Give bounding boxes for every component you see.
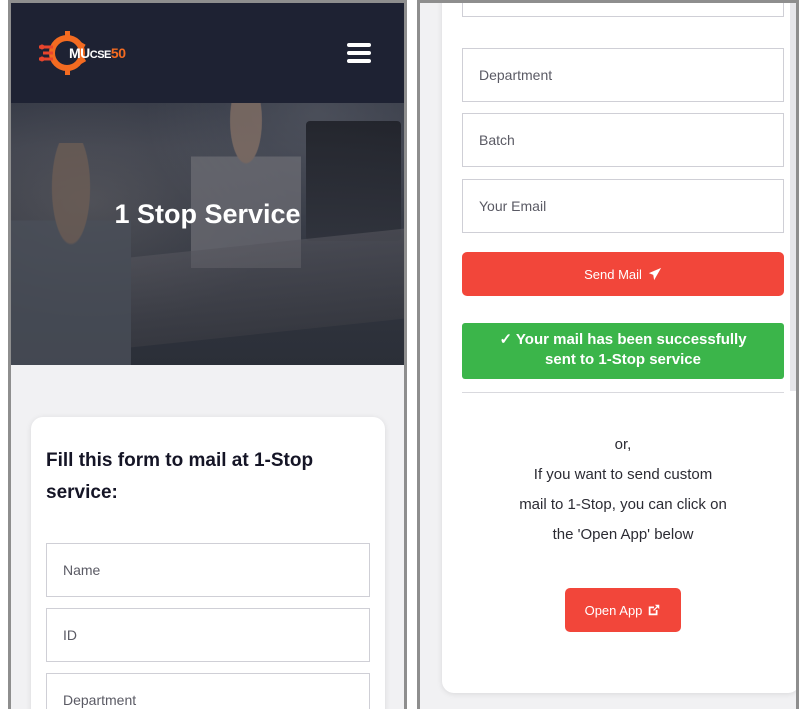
paper-plane-icon	[648, 267, 662, 281]
success-line-2: sent to 1-Stop service	[545, 351, 701, 368]
divider	[462, 392, 784, 393]
hero-photo-person-left	[11, 143, 131, 365]
external-link-icon	[649, 604, 660, 616]
info-line-1: If you want to send custom	[533, 466, 713, 483]
send-mail-button[interactable]: Send Mail	[462, 252, 784, 296]
hero-title: 1 Stop Service	[114, 199, 301, 229]
id-input[interactable]: ID	[46, 608, 370, 662]
left-phone-screen: 1 Stop Service MUCSE50 Fill this form to…	[8, 0, 407, 709]
hero-photo-desk	[131, 228, 404, 348]
name-input[interactable]: Name	[46, 543, 370, 597]
contact-form-card-continued: Department Batch Your Email Send Mail ✓ …	[442, 3, 796, 693]
contact-form-card: Fill this form to mail at 1-Stop service…	[31, 417, 385, 709]
batch-input[interactable]: Batch	[462, 113, 784, 167]
department-input[interactable]: Department	[46, 673, 370, 709]
brand-wordmark: MUCSE50	[69, 45, 126, 61]
department-input[interactable]: Department	[462, 48, 784, 102]
success-message: ✓ Your mail has been successfully sent t…	[462, 323, 784, 379]
top-navbar: MUCSE50	[11, 3, 404, 103]
scrollbar-track[interactable]	[790, 3, 796, 391]
brand-logo[interactable]: MUCSE50	[39, 29, 159, 77]
info-line-2: mail to 1-Stop, you can click on	[519, 496, 727, 513]
right-phone-screen: Department Batch Your Email Send Mail ✓ …	[417, 0, 799, 709]
id-input-partial[interactable]	[462, 3, 784, 17]
form-title: Fill this form to mail at 1-Stop service…	[46, 450, 314, 503]
success-line-1: ✓ Your mail has been successfully	[499, 331, 747, 348]
send-mail-label: Send Mail	[584, 266, 642, 282]
open-app-button[interactable]: Open App	[565, 588, 681, 632]
email-input[interactable]: Your Email	[462, 179, 784, 233]
info-or: or,	[614, 436, 632, 453]
info-line-3: the 'Open App' below	[552, 526, 694, 543]
open-app-info: or, If you want to send custom mail to 1…	[472, 430, 774, 550]
hamburger-icon[interactable]	[347, 43, 371, 63]
open-app-label: Open App	[584, 602, 643, 618]
